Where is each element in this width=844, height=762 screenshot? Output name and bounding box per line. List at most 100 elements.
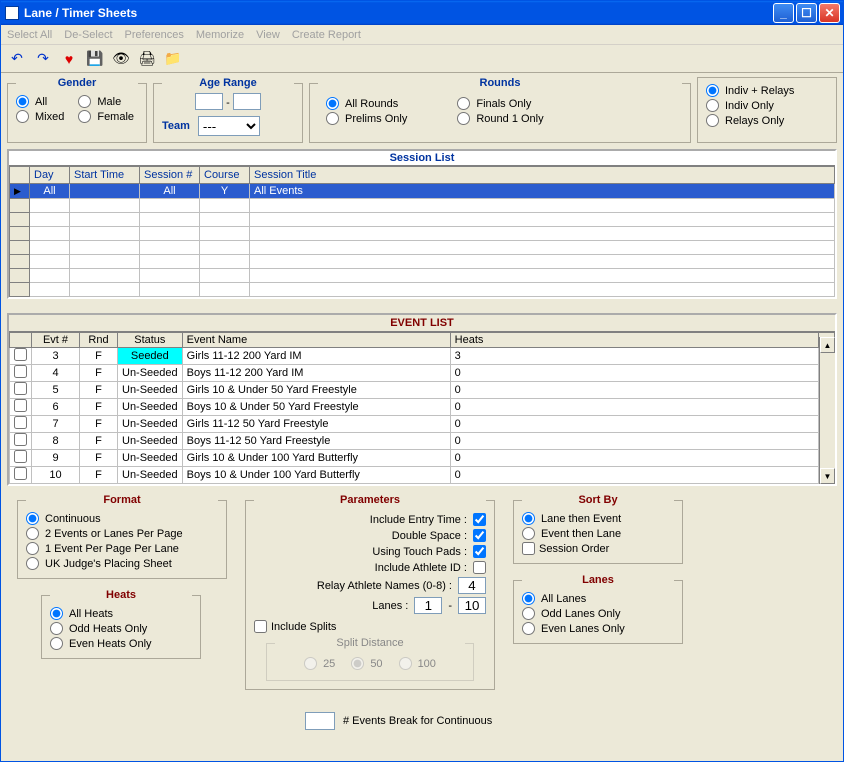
event-checkbox[interactable] — [14, 382, 27, 395]
event-header-row: Evt # Rnd Status Event Name Heats — [10, 333, 835, 348]
scope-group: Indiv + Relays Indiv Only Relays Only — [697, 77, 837, 143]
heats-even[interactable]: Even Heats Only — [50, 637, 192, 650]
scope-both[interactable]: Indiv + Relays — [706, 84, 828, 97]
menu-memorize[interactable]: Memorize — [196, 29, 244, 41]
session-row-empty[interactable] — [10, 213, 835, 227]
sort-lane-event[interactable]: Lane then Event — [522, 512, 674, 525]
touch-pads-checkbox[interactable] — [473, 545, 486, 558]
team-select[interactable]: --- — [198, 116, 260, 136]
event-row[interactable]: 9FUn-SeededGirls 10 & Under 100 Yard But… — [10, 450, 835, 467]
event-checkbox[interactable] — [14, 399, 27, 412]
rounds-prelims[interactable]: Prelims Only — [326, 112, 407, 125]
relay-names-input[interactable] — [458, 577, 486, 594]
close-button[interactable]: ✕ — [819, 3, 840, 23]
menu-create-report[interactable]: Create Report — [292, 29, 361, 41]
preview-icon[interactable]: 👁 — [111, 49, 131, 69]
session-row-empty[interactable] — [10, 269, 835, 283]
rounds-legend: Rounds — [318, 77, 682, 89]
folder-icon[interactable]: 📁 — [163, 49, 183, 69]
include-entry-time-checkbox[interactable] — [473, 513, 486, 526]
split-50[interactable]: 50 — [351, 657, 382, 670]
print-icon[interactable]: 🖨 — [137, 49, 157, 69]
event-checkbox[interactable] — [14, 416, 27, 429]
session-row-empty[interactable] — [10, 255, 835, 269]
gender-all[interactable]: All — [16, 95, 64, 108]
col-sessnum[interactable]: Session # — [140, 167, 200, 184]
event-row[interactable]: 10FUn-SeededBoys 10 & Under 100 Yard But… — [10, 467, 835, 484]
session-row-empty[interactable] — [10, 227, 835, 241]
maximize-button[interactable]: ☐ — [796, 3, 817, 23]
col-rnd[interactable]: Rnd — [80, 333, 118, 348]
rounds-all[interactable]: All Rounds — [326, 97, 407, 110]
double-space-checkbox[interactable] — [473, 529, 486, 542]
lane-high-input[interactable] — [458, 597, 486, 614]
lanes-even[interactable]: Even Lanes Only — [522, 622, 674, 635]
col-sesstitle[interactable]: Session Title — [250, 167, 835, 184]
gender-legend: Gender — [16, 77, 138, 89]
rounds-group: Rounds All Rounds Prelims Only Finals On… — [309, 77, 691, 143]
event-row[interactable]: 3FSeededGirls 11-12 200 Yard IM3 — [10, 348, 835, 365]
gender-mixed[interactable]: Mixed — [16, 110, 64, 123]
format-two[interactable]: 2 Events or Lanes Per Page — [26, 527, 218, 540]
col-event-name[interactable]: Event Name — [182, 333, 450, 348]
include-splits-checkbox[interactable]: Include Splits — [254, 620, 486, 633]
undo-icon[interactable]: ↶ — [7, 49, 27, 69]
age-high-input[interactable] — [233, 93, 261, 110]
split-25[interactable]: 25 — [304, 657, 335, 670]
lanes-all[interactable]: All Lanes — [522, 592, 674, 605]
event-row[interactable]: 5FUn-SeededGirls 10 & Under 50 Yard Free… — [10, 382, 835, 399]
menu-preferences[interactable]: Preferences — [125, 29, 184, 41]
heats-all[interactable]: All Heats — [50, 607, 192, 620]
sort-session-order[interactable]: Session Order — [522, 542, 674, 555]
session-row-empty[interactable] — [10, 283, 835, 297]
scope-relays[interactable]: Relays Only — [706, 114, 828, 127]
scope-indiv[interactable]: Indiv Only — [706, 99, 828, 112]
rounds-r1[interactable]: Round 1 Only — [457, 112, 543, 125]
event-row[interactable]: 6FUn-SeededBoys 10 & Under 50 Yard Frees… — [10, 399, 835, 416]
athlete-id-checkbox[interactable] — [473, 561, 486, 574]
params-legend: Parameters — [254, 494, 486, 506]
session-row-empty[interactable] — [10, 199, 835, 213]
redo-icon[interactable]: ↷ — [33, 49, 53, 69]
event-row[interactable]: 8FUn-SeededBoys 11-12 50 Yard Freestyle0 — [10, 433, 835, 450]
gender-male[interactable]: Male — [78, 95, 134, 108]
age-low-input[interactable] — [195, 93, 223, 110]
event-row[interactable]: 4FUn-SeededBoys 11-12 200 Yard IM0 — [10, 365, 835, 382]
format-uk[interactable]: UK Judge's Placing Sheet — [26, 557, 218, 570]
heats-odd[interactable]: Odd Heats Only — [50, 622, 192, 635]
events-break-input[interactable] — [305, 712, 335, 730]
menu-view[interactable]: View — [256, 29, 280, 41]
format-continuous[interactable]: Continuous — [26, 512, 218, 525]
event-checkbox[interactable] — [14, 433, 27, 446]
col-status[interactable]: Status — [118, 333, 183, 348]
event-checkbox[interactable] — [14, 450, 27, 463]
col-day[interactable]: Day — [30, 167, 70, 184]
scroll-up-icon[interactable]: ▲ — [820, 337, 835, 353]
menu-deselect[interactable]: De-Select — [64, 29, 112, 41]
save-icon[interactable]: 💾 — [85, 49, 105, 69]
event-checkbox[interactable] — [14, 348, 27, 361]
split-100[interactable]: 100 — [399, 657, 436, 670]
scroll-down-icon[interactable]: ▼ — [820, 468, 835, 484]
menu-select-all[interactable]: Select All — [7, 29, 52, 41]
minimize-button[interactable]: _ — [773, 3, 794, 23]
event-title: EVENT LIST — [9, 315, 835, 332]
rounds-finals[interactable]: Finals Only — [457, 97, 543, 110]
event-checkbox[interactable] — [14, 365, 27, 378]
col-evt[interactable]: Evt # — [32, 333, 80, 348]
lane-low-input[interactable] — [414, 597, 442, 614]
col-heats[interactable]: Heats — [450, 333, 818, 348]
event-row[interactable]: 7FUn-SeededGirls 11-12 50 Yard Freestyle… — [10, 416, 835, 433]
lanes-legend: Lanes — [522, 574, 674, 586]
col-course[interactable]: Course — [200, 167, 250, 184]
format-one[interactable]: 1 Event Per Page Per Lane — [26, 542, 218, 555]
gender-female[interactable]: Female — [78, 110, 134, 123]
session-row[interactable]: ▶ All All Y All Events — [10, 184, 835, 199]
heart-icon[interactable]: ♥ — [59, 49, 79, 69]
session-row-empty[interactable] — [10, 241, 835, 255]
col-start[interactable]: Start Time — [70, 167, 140, 184]
event-checkbox[interactable] — [14, 467, 27, 480]
event-scrollbar[interactable]: ▲ ▼ — [819, 337, 835, 484]
sort-event-lane[interactable]: Event then Lane — [522, 527, 674, 540]
lanes-odd[interactable]: Odd Lanes Only — [522, 607, 674, 620]
